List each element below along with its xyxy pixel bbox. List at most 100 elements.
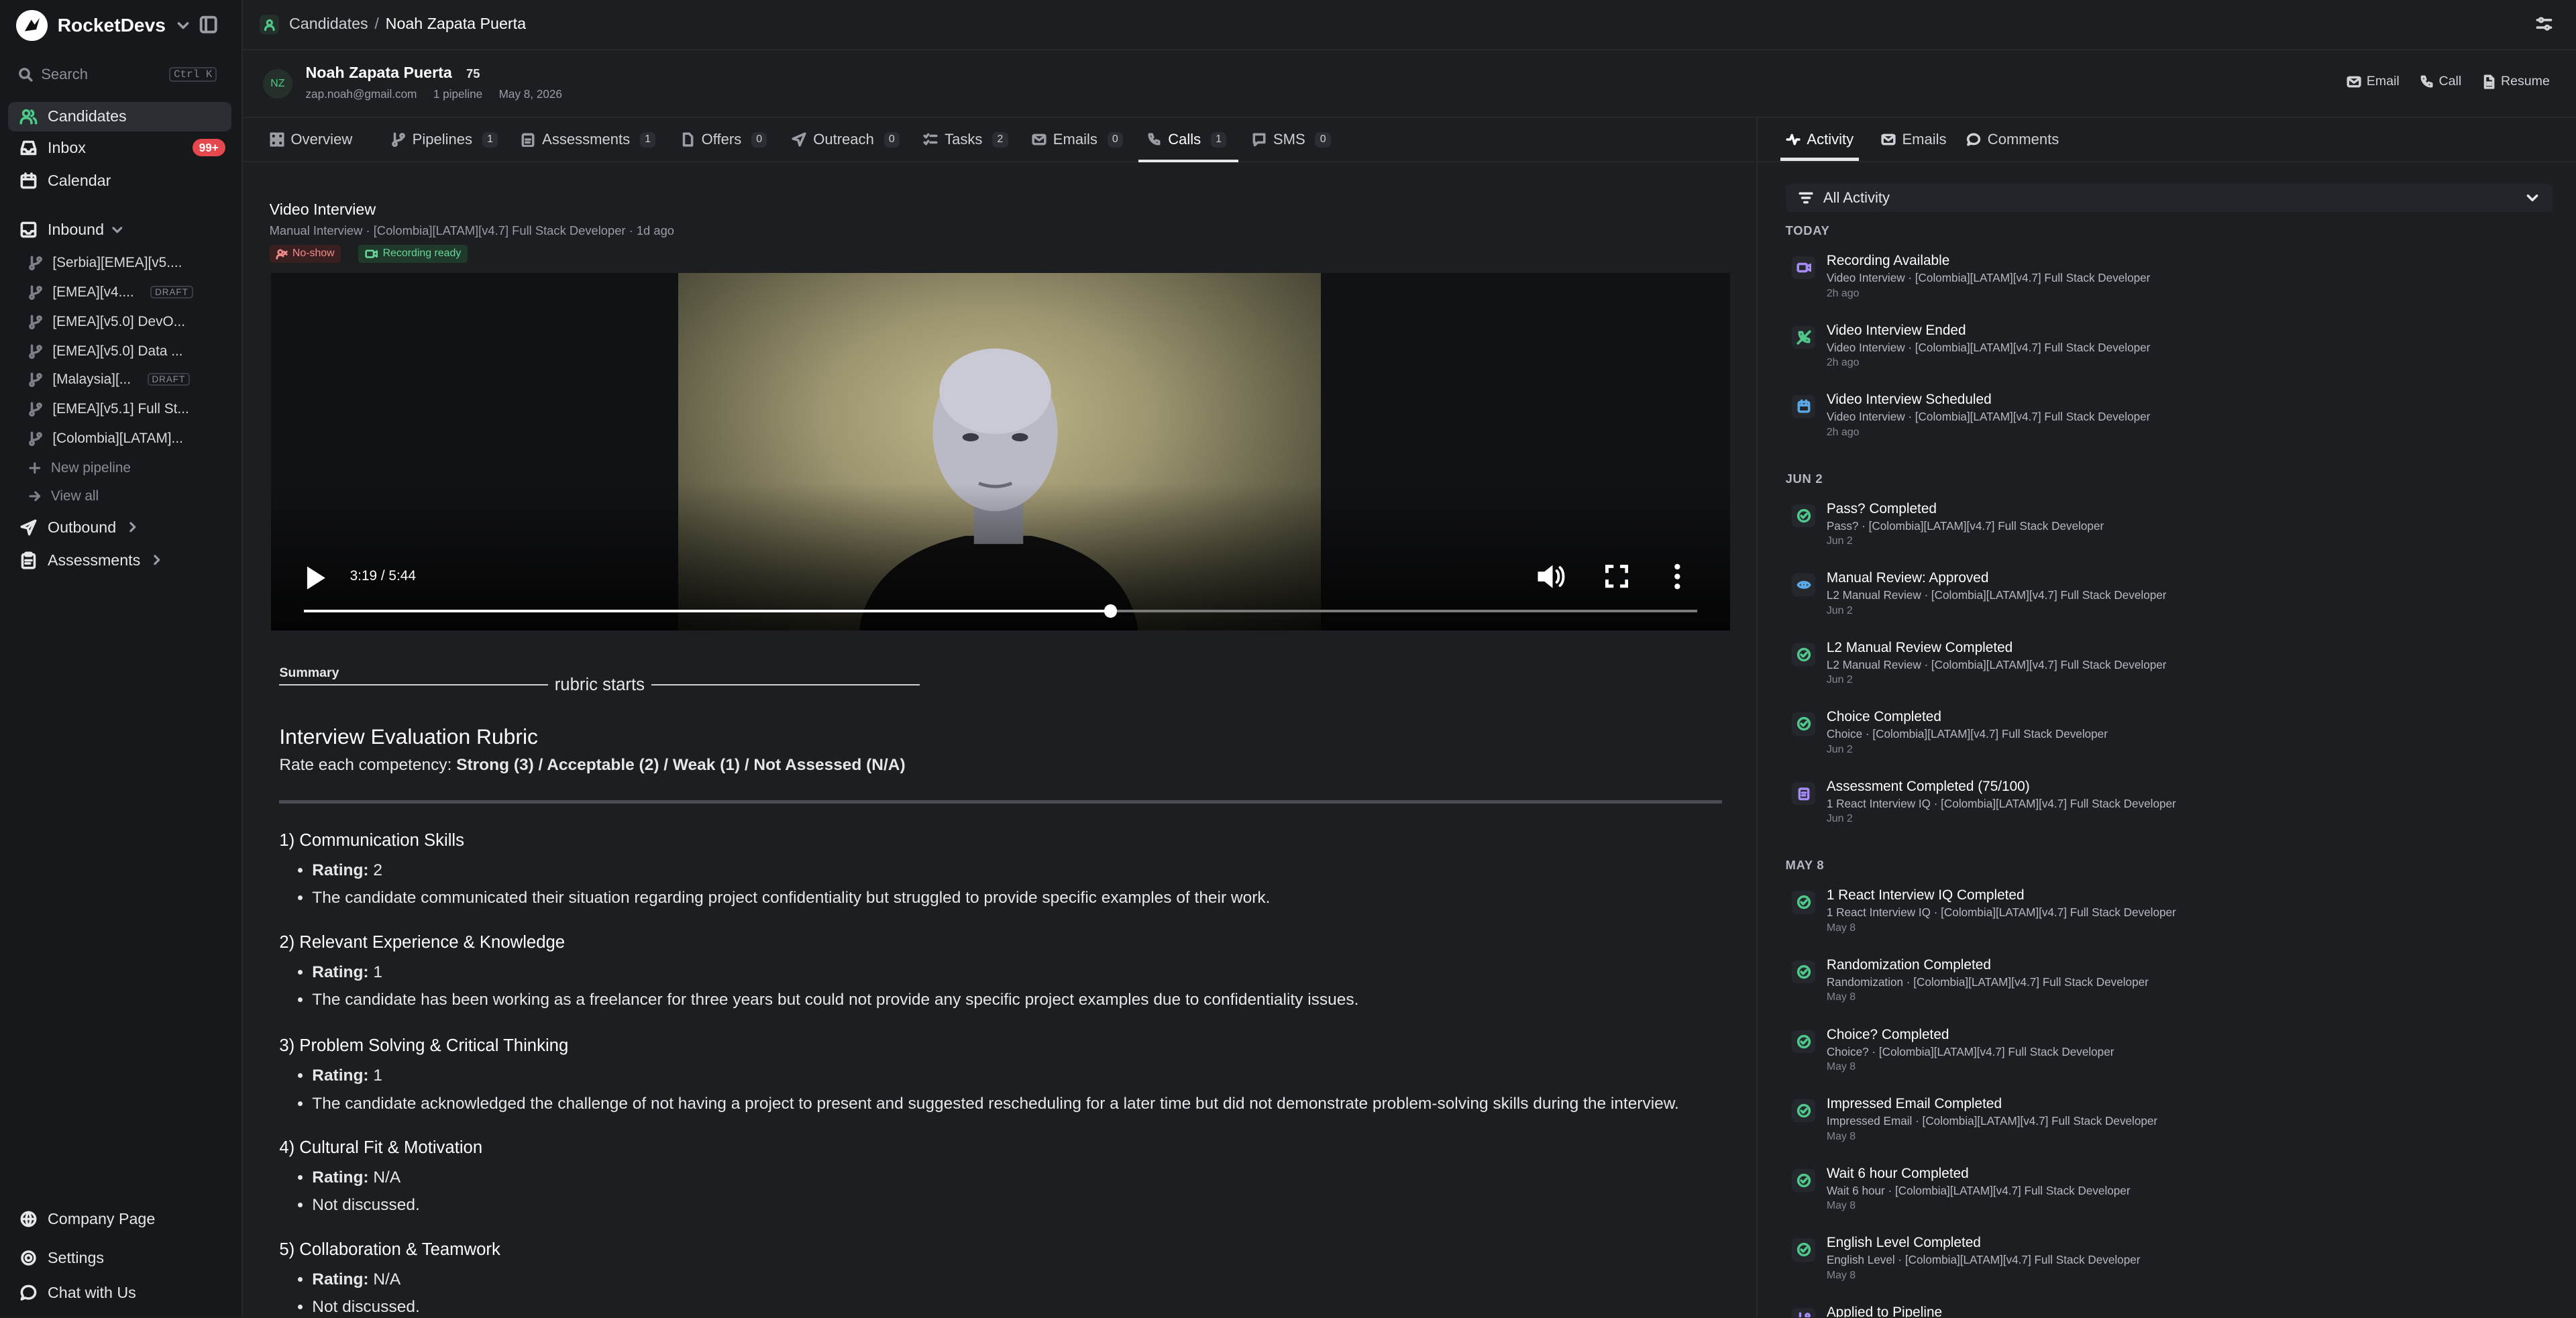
nav-chat[interactable]: Chat with Us xyxy=(8,1278,231,1307)
rubric-scale-prefix: Rate each competency: xyxy=(279,755,457,774)
check-circle-icon xyxy=(1796,1243,1811,1257)
tab-tasks[interactable]: Tasks 2 xyxy=(923,118,1008,161)
pipeline-item[interactable]: [EMEA][v4.... DRAFT xyxy=(28,279,232,305)
rubric-scale-values: Strong (3) / Acceptable (2) / Weak (1) /… xyxy=(456,755,906,774)
activity-title: Manual Review: Approved xyxy=(1826,570,1989,586)
nav-inbox[interactable]: Inbox 99+ xyxy=(8,133,231,162)
check-circle-icon xyxy=(1796,1173,1811,1187)
check-circle-icon xyxy=(1796,965,1811,979)
view-settings-button[interactable] xyxy=(2535,15,2553,33)
rubric-section: 5) Collaboration & Teamwork Rating: N/A … xyxy=(279,1240,1725,1317)
pipeline-item[interactable]: [EMEA][v5.0] DevO... xyxy=(28,309,232,335)
view-all-link[interactable]: View all xyxy=(28,483,232,509)
activity-item[interactable]: Choice? Completed Choice? · [Colombia][LA… xyxy=(1786,1027,2558,1086)
activity-item[interactable]: Video Interview Ended Video Interview · [… xyxy=(1786,323,2558,382)
tab-offers[interactable]: Offers 0 xyxy=(680,118,767,161)
activity-item[interactable]: Assessment Completed (75/100) 1 React Int… xyxy=(1786,779,2558,838)
tab-comments[interactable]: Comments xyxy=(1966,118,2059,161)
section-heading: 2) Relevant Experience & Knowledge xyxy=(279,933,566,952)
activity-filter-select[interactable]: All Activity xyxy=(1785,184,2553,212)
breadcrumb-separator: / xyxy=(374,15,379,33)
pipeline-item[interactable]: [EMEA][v5.0] Data ... xyxy=(28,338,232,364)
rubric-line-right xyxy=(651,683,920,686)
activity-icon-box xyxy=(1792,643,1815,667)
activity-item[interactable]: Impressed Email Completed Impressed Email… xyxy=(1786,1096,2558,1155)
pipeline-item[interactable]: [EMEA][v5.1] Full St... xyxy=(28,396,232,422)
tab-pipelines[interactable]: Pipelines 1 xyxy=(391,118,498,161)
pipeline-item[interactable]: [Colombia][LATAM]... xyxy=(28,425,232,451)
tab-assessments[interactable]: Assessments 1 xyxy=(521,118,656,161)
activity-item[interactable]: 1 React Interview IQ Completed 1 React In… xyxy=(1786,887,2558,946)
video-player[interactable]: 3:19 / 5:44 xyxy=(271,272,1730,631)
chevron-down-icon xyxy=(177,21,189,30)
activity-icon-box xyxy=(1792,325,1815,349)
activity-title: Randomization Completed xyxy=(1826,957,1991,973)
video-scrubber-handle[interactable] xyxy=(1104,604,1118,618)
video-scrubber[interactable] xyxy=(304,604,1697,618)
play-button[interactable] xyxy=(304,565,327,591)
activity-detail: Choice · [Colombia][LATAM][v4.7] Full St… xyxy=(1826,727,2108,741)
activity-item[interactable]: Choice Completed Choice · [Colombia][LATA… xyxy=(1786,709,2558,768)
pipeline-item[interactable]: [Serbia][EMEA][v5.... xyxy=(28,250,232,276)
call-button[interactable]: Call xyxy=(2419,74,2461,89)
activity-item[interactable]: Manual Review: Approved L2 Manual Review … xyxy=(1786,570,2558,629)
breadcrumb-parent[interactable]: Candidates xyxy=(289,15,368,33)
git-branch-icon xyxy=(28,431,42,446)
pipeline-item[interactable]: [Malaysia][... DRAFT xyxy=(28,366,232,392)
activity-item[interactable]: L2 Manual Review Completed L2 Manual Revi… xyxy=(1786,640,2558,699)
workspace-switcher[interactable]: RocketDevs xyxy=(16,9,190,42)
section-heading: 5) Collaboration & Teamwork xyxy=(279,1240,500,1259)
tab-activity[interactable]: Activity xyxy=(1780,118,1860,161)
tab-overview[interactable]: Overview xyxy=(270,118,352,161)
nav-assessments[interactable]: Assessments xyxy=(8,545,231,575)
volume-button[interactable] xyxy=(1536,563,1566,590)
activity-item[interactable]: Randomization Completed Randomization · [… xyxy=(1786,957,2558,1016)
activity-time: 2h ago xyxy=(1826,287,1860,299)
brand-name: RocketDevs xyxy=(57,14,166,36)
clipboard-icon xyxy=(21,551,36,569)
pipeline-label: [EMEA][v4.... xyxy=(52,284,134,300)
activity-item[interactable]: Video Interview Scheduled Video Interview… xyxy=(1786,392,2558,451)
nav-inbound[interactable]: Inbound xyxy=(8,215,231,245)
pipeline-label: [EMEA][v5.0] Data ... xyxy=(52,343,183,360)
nav-settings[interactable]: Settings xyxy=(8,1244,231,1273)
tab-outreach[interactable]: Outreach 0 xyxy=(792,118,900,161)
nav-outbound[interactable]: Outbound xyxy=(8,512,231,542)
fullscreen-button[interactable] xyxy=(1605,565,1628,588)
activity-item[interactable]: Pass? Completed Pass? · [Colombia][LATAM]… xyxy=(1786,501,2558,560)
nav-candidates[interactable]: Candidates xyxy=(8,101,232,131)
candidate-meta: zap.noah@gmail.com 1 pipeline May 8, 202… xyxy=(305,87,561,101)
resume-button[interactable]: Resume xyxy=(2481,74,2550,89)
new-pipeline-button[interactable]: New pipeline xyxy=(28,455,232,481)
activity-item[interactable]: English Level Completed English Level · [… xyxy=(1786,1235,2558,1294)
tab-sms[interactable]: SMS 0 xyxy=(1252,118,1331,161)
tab-count: 0 xyxy=(751,131,767,148)
nav-calendar[interactable]: Calendar xyxy=(8,166,231,195)
search-input[interactable]: Search Ctrl K xyxy=(10,62,223,87)
activity-item[interactable]: Wait 6 hour Completed Wait 6 hour · [Colo… xyxy=(1786,1166,2558,1225)
activity-time: May 8 xyxy=(1826,991,1856,1003)
tab-emails[interactable]: Emails 0 xyxy=(1032,118,1124,161)
tab-count: 2 xyxy=(992,131,1008,148)
activity-item[interactable]: Recording Available Video Interview · [Co… xyxy=(1786,253,2558,312)
note-item: The candidate communicated their situati… xyxy=(312,888,1725,908)
tab-activity-emails[interactable]: Emails xyxy=(1881,118,1947,161)
activity-item[interactable]: Applied to Pipeline[Colombia][LATAM][v4.… xyxy=(1786,1304,2558,1318)
activity-title: Applied to Pipeline xyxy=(1826,1304,1943,1318)
rating-item: Rating: 2 xyxy=(312,861,1725,880)
video-more-button[interactable] xyxy=(1672,563,1682,590)
view-all-label: View all xyxy=(50,488,99,504)
activity-title: Recording Available xyxy=(1826,253,1950,269)
tab-calls[interactable]: Calls 1 xyxy=(1138,118,1238,163)
collapse-sidebar-button[interactable] xyxy=(199,15,218,34)
activity-detail: Choice? · [Colombia][LATAM][v4.7] Full S… xyxy=(1826,1044,2114,1058)
rating-label: Rating: xyxy=(312,963,369,981)
candidate-email[interactable]: zap.noah@gmail.com xyxy=(305,87,417,101)
git-branch-icon xyxy=(28,285,42,300)
git-branch-icon xyxy=(28,344,42,360)
check-circle-icon xyxy=(1796,717,1811,731)
email-button[interactable]: Email xyxy=(2347,74,2400,89)
nav-company-page[interactable]: Company Page xyxy=(8,1204,231,1233)
list-check-icon xyxy=(923,133,938,146)
activity-detail: L2 Manual Review · [Colombia][LATAM][v4.… xyxy=(1826,588,2167,602)
